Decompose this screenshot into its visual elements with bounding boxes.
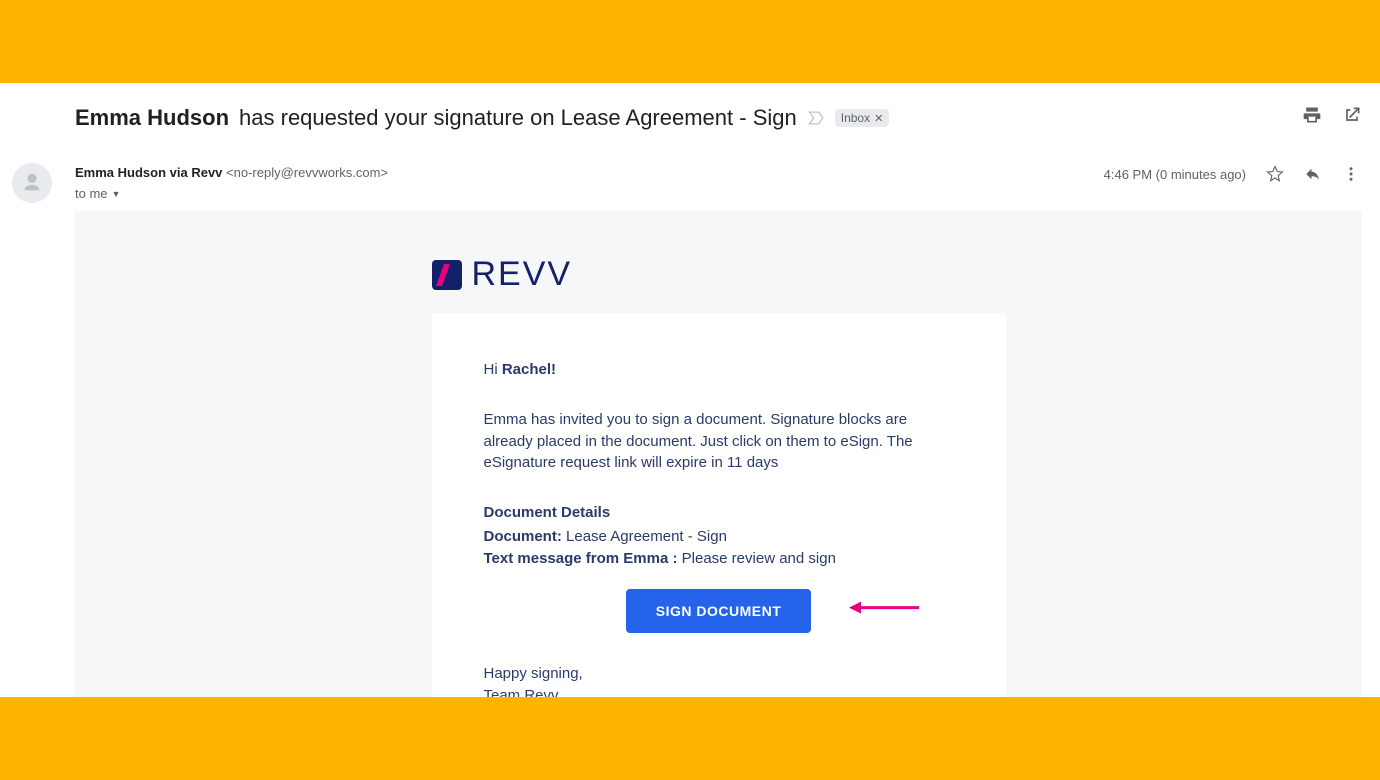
inbox-label-text: Inbox [841, 111, 870, 125]
recipient-text: to me [75, 186, 108, 201]
email-timestamp: 4:46 PM (0 minutes ago) [1104, 167, 1246, 182]
open-in-new-icon[interactable] [1342, 105, 1362, 125]
email-body: REVV Hi Rachel! Emma has invited you to … [75, 211, 1362, 697]
subject-text: has requested your signature on Lease Ag… [239, 105, 797, 131]
meta-sender-email: <no-reply@revvworks.com> [226, 165, 388, 180]
revv-logo-text: REVV [472, 255, 573, 294]
closing-block: Happy signing, Team Revv [484, 663, 954, 697]
close-icon[interactable]: ✕ [874, 112, 883, 125]
annotation-arrow-icon [849, 600, 919, 623]
greeting-prefix: Hi [484, 361, 502, 378]
revv-logo: REVV [432, 255, 573, 294]
message-label-prefix: Text message from [484, 550, 624, 567]
chevron-down-icon: ▼ [112, 189, 121, 199]
message-value: Please review and sign [677, 550, 835, 567]
subject-sender-name: Emma Hudson [75, 105, 229, 131]
closing-line2: Team Revv [484, 685, 954, 697]
important-marker-icon[interactable] [807, 108, 827, 128]
invite-paragraph: Emma has invited you to sign a document.… [484, 409, 954, 474]
revv-logo-mark [432, 260, 462, 290]
document-label: Document: [484, 528, 562, 545]
meta-via: via Revv [170, 165, 223, 180]
reply-icon[interactable] [1304, 165, 1322, 183]
greeting-name: Rachel! [502, 361, 556, 378]
inviter-name: Emma [484, 411, 527, 428]
document-details-title: Document Details [484, 502, 954, 524]
email-content-card: Hi Rachel! Emma has invited you to sign … [432, 313, 1006, 697]
email-subject-row: Emma Hudson has requested your signature… [75, 105, 1360, 131]
document-line: Document: Lease Agreement - Sign [484, 526, 954, 548]
inbox-label-chip[interactable]: Inbox ✕ [835, 109, 890, 127]
invite-text: has invited you to sign a document. Sign… [484, 411, 913, 472]
greeting-line: Hi Rachel! [484, 359, 954, 381]
sender-avatar[interactable] [12, 163, 52, 203]
closing-line1: Happy signing, [484, 663, 954, 685]
message-line: Text message from Emma : Please review a… [484, 548, 954, 570]
recipient-dropdown[interactable]: to me ▼ [75, 186, 1360, 201]
document-value: Lease Agreement - Sign [562, 528, 727, 545]
meta-sender-name: Emma Hudson [75, 165, 166, 180]
message-from-name: Emma [623, 550, 668, 567]
more-icon[interactable] [1342, 165, 1360, 183]
sign-document-button[interactable]: SIGN DOCUMENT [626, 589, 812, 633]
print-icon[interactable] [1302, 105, 1322, 125]
message-label-suffix: : [668, 550, 677, 567]
star-icon[interactable] [1266, 165, 1284, 183]
